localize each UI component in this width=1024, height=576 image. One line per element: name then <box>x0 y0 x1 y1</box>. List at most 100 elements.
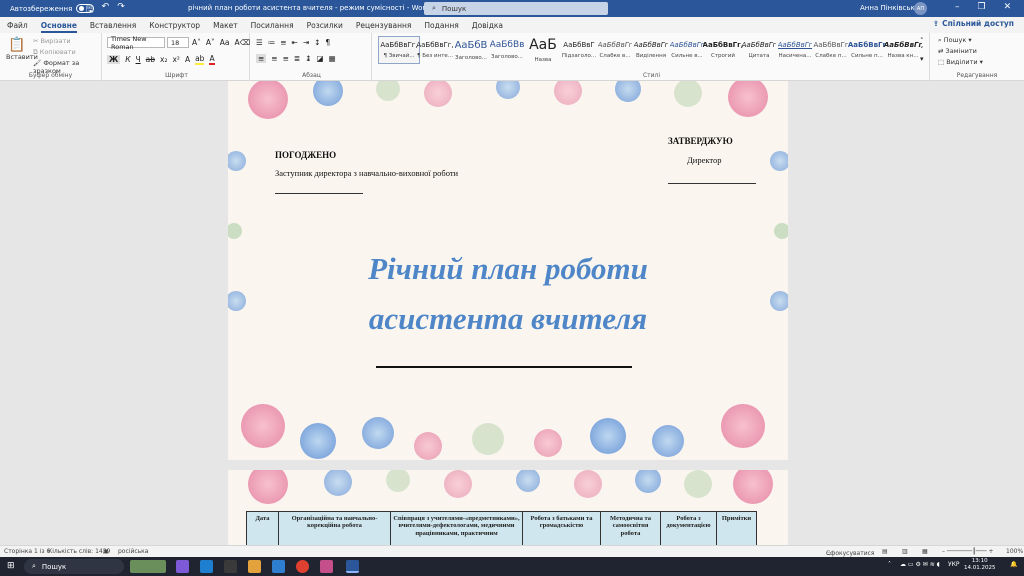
bold-icon[interactable]: Ж <box>107 55 121 64</box>
tab-review[interactable]: Рецензування <box>356 21 412 30</box>
redo-icon[interactable]: ↷ <box>117 2 125 18</box>
share-button[interactable]: ⇪ Спільний доступ <box>933 19 1014 28</box>
select-button[interactable]: ⬚ Виділити ▾ <box>938 58 983 66</box>
table-header-cell[interactable]: Співпраця з учителями-«предметниками», в… <box>390 511 523 545</box>
notifications-icon[interactable]: 🔔 <box>1010 561 1017 568</box>
avatar[interactable]: АП <box>914 2 927 15</box>
borders-icon[interactable]: ▦ <box>329 54 336 63</box>
file-explorer-icon[interactable] <box>248 560 261 573</box>
restore-icon[interactable]: ❐ <box>978 2 986 12</box>
replace-button[interactable]: ⇄ Замінити <box>938 47 977 55</box>
chrome-icon[interactable] <box>296 560 309 573</box>
document-page-1[interactable]: ПОГОДЖЕНО Заступник директора з навчальн… <box>228 81 788 460</box>
tray-overflow-icon[interactable]: ˄ <box>888 561 891 568</box>
tab-layout[interactable]: Макет <box>213 21 238 30</box>
table-header-cell[interactable]: Примітки <box>716 511 757 545</box>
window-controls: – ❐ ✕ <box>955 2 1011 12</box>
mail-icon[interactable] <box>272 560 285 573</box>
tab-insert[interactable]: Вставлення <box>90 21 136 30</box>
table-header-cell[interactable]: Методична та самоосвітня робота <box>600 511 661 545</box>
highlight-icon[interactable]: ab <box>195 54 205 65</box>
user-name[interactable]: Анна Пінківська <box>860 4 919 12</box>
multilevel-list-icon[interactable]: ≡ <box>280 38 286 47</box>
superscript-icon[interactable]: x² <box>172 55 179 64</box>
shading-icon[interactable]: ◪ <box>316 54 323 63</box>
copy-button[interactable]: ⧉ Копіювати <box>33 48 76 57</box>
proofing-icon[interactable]: ▣ <box>103 548 109 555</box>
tab-mailings[interactable]: Розсилки <box>307 21 343 30</box>
windows-start-icon[interactable]: ⊞ <box>7 561 15 571</box>
print-layout-icon[interactable]: ▥ <box>902 548 908 555</box>
clear-format-icon[interactable]: A⌫ <box>235 38 251 47</box>
read-mode-icon[interactable]: ▤ <box>882 548 888 555</box>
table-header-cell[interactable]: Організаційна та навчально-корекційна ро… <box>278 511 391 545</box>
tab-home[interactable]: Основне <box>40 21 78 33</box>
edge-icon[interactable] <box>200 560 213 573</box>
pilcrow-icon[interactable]: ¶ <box>325 38 330 47</box>
zoom-level[interactable]: 100% <box>1006 548 1023 555</box>
weather-widget-icon[interactable] <box>130 560 166 573</box>
autosave-control[interactable]: Автозбереження <box>10 4 95 13</box>
cut-button[interactable]: ✂ Вирізати <box>33 37 71 45</box>
decrease-indent-icon[interactable]: ⇤ <box>292 38 298 47</box>
font-name-select[interactable]: Times New Roman <box>107 35 165 51</box>
undo-icon[interactable]: ↶ <box>102 2 110 18</box>
language-indicator[interactable]: російська <box>118 548 148 555</box>
system-clock[interactable]: 13:10 14.01.2025 <box>964 558 996 572</box>
align-right-icon[interactable]: ≡ <box>283 54 289 63</box>
strikethrough-icon[interactable]: ab <box>146 55 155 64</box>
tab-references[interactable]: Посилання <box>251 21 294 30</box>
editing-group-label: Редагування <box>956 72 998 79</box>
find-button[interactable]: ⌕ Пошук ▾ <box>938 36 972 45</box>
numbering-icon[interactable]: ≔ <box>268 38 276 47</box>
media-icon[interactable] <box>320 560 333 573</box>
minimize-icon[interactable]: – <box>955 2 960 12</box>
font-size-select[interactable]: 18 <box>167 37 189 48</box>
document-page-2[interactable]: Дата Організаційна та навчально-корекцій… <box>228 470 788 545</box>
style-book-title[interactable]: АаБбВвГг Назва кн... <box>882 36 924 64</box>
change-case-icon[interactable]: Aa <box>220 38 230 47</box>
styles-scroll[interactable]: ˄ ˅ ▾ <box>920 37 924 64</box>
language-switch[interactable]: УКР <box>948 561 960 568</box>
close-icon[interactable]: ✕ <box>1004 2 1012 12</box>
line-spacing-icon[interactable]: ↨ <box>305 54 311 63</box>
tab-design[interactable]: Конструктор <box>149 21 200 30</box>
tab-view[interactable]: Подання <box>424 21 458 30</box>
font-group: Times New Roman 18 A˄ A˅ Aa A⌫ Ж К Ч ab … <box>104 33 250 81</box>
table-header-cell[interactable]: Робота з документацією <box>660 511 717 545</box>
table-header-cell[interactable]: Дата <box>246 511 279 545</box>
paragraph-group-label: Абзац <box>302 72 321 79</box>
sort-icon[interactable]: ↕ <box>314 38 320 47</box>
bullets-icon[interactable]: ☰ <box>256 38 263 47</box>
subscript-icon[interactable]: x₂ <box>160 55 167 64</box>
word-taskbar-icon[interactable] <box>346 560 359 573</box>
search-box[interactable]: ⌕ Пошук <box>424 2 608 15</box>
shrink-font-icon[interactable]: A˅ <box>206 38 215 47</box>
zoom-slider[interactable]: – ───────┃─── + <box>942 548 994 555</box>
italic-icon[interactable]: К <box>125 55 130 64</box>
word-count[interactable]: Кількість слів: 1439 <box>48 548 110 555</box>
tray-icons[interactable]: ☁ ▭ ⚙ ✉ ≋ ◖ <box>900 561 940 568</box>
copilot-icon[interactable] <box>176 560 189 573</box>
save-icon[interactable]: 🖫 <box>86 2 94 18</box>
align-center-icon[interactable]: ≡ <box>271 54 277 63</box>
tab-file[interactable]: Файл <box>7 21 28 30</box>
document-canvas[interactable]: ПОГОДЖЕНО Заступник директора з навчальн… <box>0 81 1024 545</box>
underline-icon[interactable]: Ч <box>136 55 141 64</box>
store-icon[interactable] <box>224 560 237 573</box>
increase-indent-icon[interactable]: ⇥ <box>303 38 309 47</box>
document-title: річний план роботи асистента вчителя - р… <box>188 4 430 12</box>
title-underline <box>376 366 632 368</box>
plan-table: Дата Організаційна та навчально-корекцій… <box>246 511 757 545</box>
grow-font-icon[interactable]: A˄ <box>192 38 201 47</box>
table-header-cell[interactable]: Робота з батьками та громадськістю <box>522 511 601 545</box>
justify-icon[interactable]: ≣ <box>294 54 300 63</box>
tab-help[interactable]: Довідка <box>472 21 503 30</box>
paste-button[interactable]: 📋 Вставити <box>6 37 38 61</box>
taskbar-search[interactable]: ⌕ Пошук <box>24 559 124 574</box>
font-color-icon[interactable]: A <box>209 54 215 65</box>
text-effects-icon[interactable]: A <box>185 55 190 64</box>
align-left-icon[interactable]: ≡ <box>256 54 267 63</box>
page-count[interactable]: Сторінка 1 із 6 <box>4 548 50 555</box>
web-layout-icon[interactable]: ▦ <box>922 548 928 555</box>
